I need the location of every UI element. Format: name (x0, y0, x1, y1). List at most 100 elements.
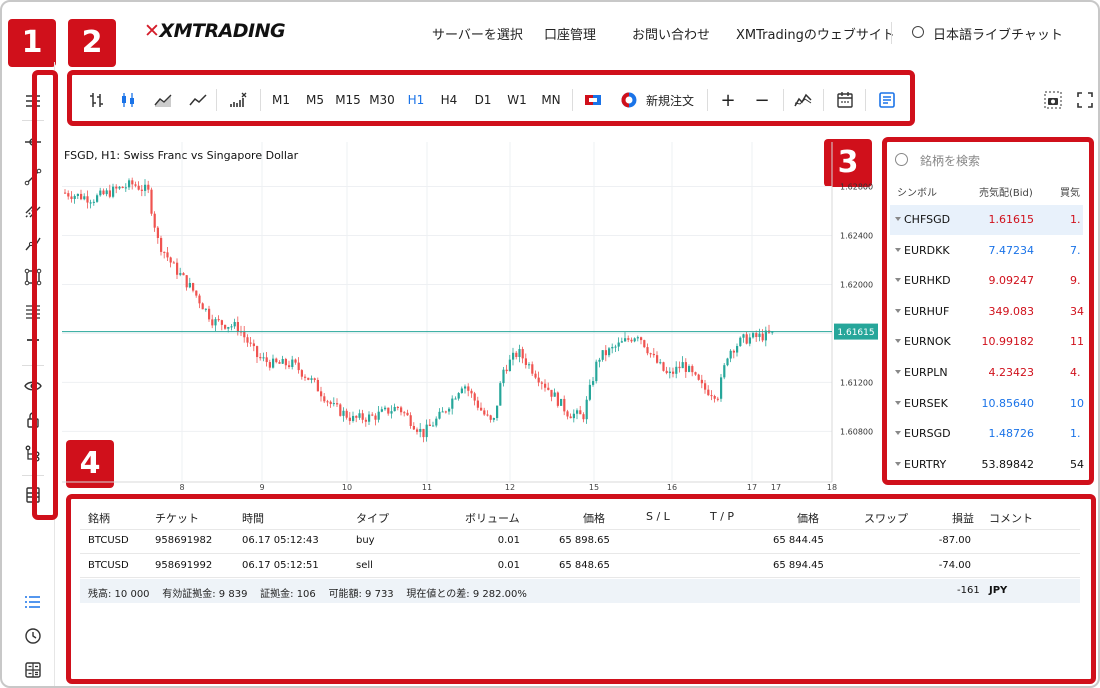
candle-body (755, 333, 758, 338)
candle-body (470, 390, 473, 394)
candle-body (640, 337, 643, 341)
candle-body (326, 401, 329, 403)
candle-body (115, 186, 118, 189)
candle-body (473, 393, 476, 401)
candle-body (185, 275, 188, 288)
fullscreen-icon[interactable] (1074, 89, 1096, 111)
candle-body (288, 365, 291, 367)
candle-body (153, 213, 156, 228)
candle-body (668, 371, 671, 374)
candle-body (592, 381, 595, 385)
candle-body (371, 414, 374, 416)
candle-body (390, 411, 393, 414)
candle-body (345, 410, 348, 418)
candle-body (496, 405, 499, 419)
candle-body (428, 424, 431, 426)
candle-body (198, 295, 201, 304)
candle-body (736, 346, 739, 353)
price-tick-label: 1.62400 (840, 231, 873, 240)
candle-body (454, 398, 457, 400)
candle-body (396, 406, 399, 408)
nav-account[interactable]: 口座管理 (544, 24, 596, 43)
candle-body (246, 337, 249, 343)
candle-body (624, 338, 627, 342)
time-tick-label: 9 (259, 483, 264, 492)
candle-body (662, 362, 665, 371)
candle-body (588, 384, 591, 400)
candle-body (582, 414, 585, 420)
candle-body (601, 350, 604, 360)
candle-body (268, 362, 271, 368)
candle-body (464, 386, 467, 389)
candle-body (118, 186, 121, 189)
candle-body (537, 377, 540, 383)
candle-body (742, 334, 745, 338)
candle-body (710, 395, 713, 397)
candle-body (137, 185, 140, 190)
candle-body (556, 392, 559, 406)
candle-body (179, 273, 182, 275)
candle-body (400, 407, 403, 413)
candle-body (89, 202, 92, 204)
nav-live-chat[interactable]: 日本語ライブチャット (933, 24, 1063, 43)
candle-body (732, 350, 735, 353)
calculator-icon[interactable] (22, 659, 44, 681)
candle-body (368, 414, 371, 422)
screenshot-icon[interactable] (1042, 89, 1064, 111)
annotation-outline-1 (32, 70, 58, 520)
candle-body (124, 187, 127, 189)
candle-body (480, 407, 483, 411)
candle-body (704, 383, 707, 390)
time-tick-label: 10 (342, 483, 352, 492)
nav-contact[interactable]: お問い合わせ (632, 24, 710, 43)
candle-body (611, 346, 614, 349)
candle-body (627, 338, 630, 340)
candle-body (265, 357, 268, 363)
candle-body (518, 349, 521, 357)
candle-body (96, 195, 99, 202)
candle-body (444, 411, 447, 413)
xm-logo[interactable]: ✕XMTRADING (144, 20, 286, 42)
candle-body (220, 320, 223, 325)
candle-body (476, 400, 479, 408)
candle-body (723, 365, 726, 378)
candle-body (515, 352, 518, 357)
candle-body (441, 411, 444, 413)
candle-body (121, 186, 124, 188)
candle-body (451, 398, 454, 409)
candle-body (697, 374, 700, 380)
candle-body (531, 364, 534, 374)
history-icon[interactable] (22, 625, 44, 647)
price-chart[interactable]: 1.61615 1.62800 1.62400 1.62000 1.61200 1.608… (62, 142, 882, 492)
candle-body (256, 346, 259, 358)
candle-body (348, 417, 351, 421)
candle-body (403, 412, 406, 414)
candle-body (684, 362, 687, 372)
candle-body (358, 413, 361, 418)
candle-body (384, 407, 387, 410)
candle-body (512, 352, 515, 360)
candle-body (739, 337, 742, 347)
candle-body (332, 403, 335, 405)
candle-body (460, 388, 463, 394)
candle-body (675, 366, 678, 374)
nav-website[interactable]: XMTradingのウェブサイト (736, 24, 895, 43)
annotation-outline-3 (882, 137, 1094, 485)
candle-body (217, 319, 220, 321)
candle-body (156, 227, 159, 238)
time-tick-label: 16 (667, 483, 677, 492)
candle-body (140, 189, 143, 191)
candle-body (112, 186, 115, 197)
candle-body (550, 389, 553, 397)
candle-body (297, 362, 300, 371)
candle-body (163, 251, 166, 253)
candle-body (681, 362, 684, 369)
time-tick-label: 11 (422, 483, 432, 492)
nav-select-server[interactable]: サーバーを選択 (432, 24, 523, 43)
candle-body (291, 359, 294, 367)
badge-2: 2 (68, 19, 116, 67)
candle-body (249, 342, 252, 344)
trade-list-icon[interactable] (22, 591, 44, 613)
time-tick-label: 17 (771, 483, 781, 492)
candle-body (160, 237, 163, 252)
